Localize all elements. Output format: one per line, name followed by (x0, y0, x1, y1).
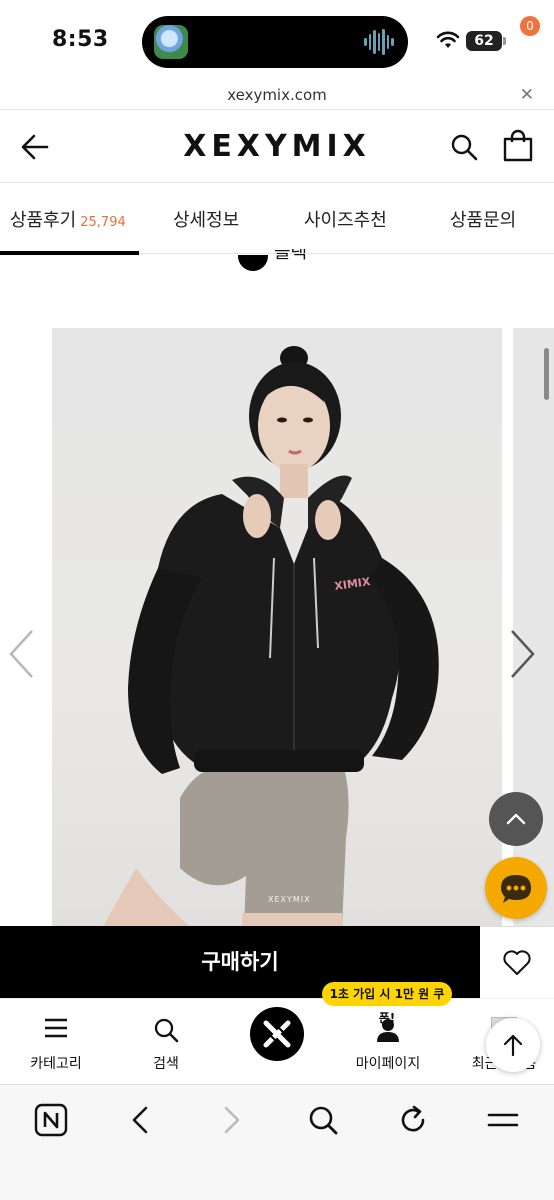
nav-mypage-label: 마이페이지 (355, 1056, 421, 1072)
close-icon[interactable]: ✕ (520, 85, 534, 105)
nav-category[interactable]: 카테고리 (16, 999, 96, 1085)
scroll-up-button[interactable] (489, 792, 543, 846)
chat-button[interactable] (485, 857, 547, 919)
audio-waveform-icon (364, 29, 395, 55)
dynamic-island[interactable] (142, 16, 408, 68)
menu-icon (45, 1018, 67, 1038)
product-photo-illustration: XIMIX XEXYMIX (103, 346, 439, 926)
cart-icon[interactable] (502, 129, 534, 163)
color-swatch[interactable] (238, 255, 270, 271)
scroll-indicator[interactable] (544, 348, 549, 400)
search-icon (154, 1018, 179, 1043)
back-to-top-button[interactable] (486, 1018, 540, 1072)
heart-icon (503, 949, 531, 975)
bottom-navigation: 카테고리 검색 마이페이지 최근본상품 (0, 998, 554, 1084)
nav-category-label: 카테고리 (30, 1056, 82, 1072)
site-header: XEXYMIX (0, 111, 554, 183)
nav-search-label: 검색 (153, 1056, 179, 1072)
product-image[interactable]: XIMIX XEXYMIX (52, 328, 502, 926)
wifi-icon (436, 31, 460, 48)
cart-count-badge: 0 (520, 16, 540, 36)
color-label: 블랙 (274, 249, 308, 263)
signup-coupon-badge[interactable]: 1초 가입 시 1만 원 쿠폰! (322, 982, 452, 1025)
nav-home-logo[interactable] (250, 1007, 304, 1061)
shorts-logo-print: XEXYMIX (268, 895, 311, 904)
browser-forward-icon (224, 1106, 240, 1134)
browser-url-bar[interactable]: xexymix.com ✕ (0, 80, 554, 110)
purchase-bar: 구매하기 (0, 926, 554, 998)
status-time: 8:53 (52, 27, 109, 52)
status-bar: 8:53 62 (0, 0, 554, 80)
browser-toolbar (0, 1084, 554, 1200)
product-tabs: 상품후기 25,794 상세정보 사이즈추천 상품문의 (0, 184, 554, 255)
search-icon[interactable] (450, 133, 478, 161)
browser-back-icon[interactable] (128, 1103, 152, 1137)
browser-search-icon[interactable] (308, 1103, 338, 1137)
chevron-left-icon[interactable] (6, 628, 36, 680)
arrow-up-icon (503, 1034, 523, 1057)
nav-search[interactable]: 검색 (126, 999, 206, 1085)
tab-details[interactable]: 상세정보 (173, 206, 239, 232)
review-count: 25,794 (80, 215, 126, 230)
tab-reviews[interactable]: 상품후기 25,794 (10, 206, 126, 232)
brand-logo-icon (263, 1020, 291, 1048)
chevron-up-icon (506, 813, 526, 825)
chat-bubble-icon (501, 875, 531, 903)
tab-inquiry[interactable]: 상품문의 (450, 206, 516, 232)
active-tab-indicator (0, 251, 139, 255)
battery-indicator: 62 (466, 31, 506, 51)
tab-size[interactable]: 사이즈추천 (304, 206, 387, 232)
chevron-right-icon[interactable] (508, 628, 538, 680)
now-playing-app-icon[interactable] (154, 25, 188, 59)
url-text[interactable]: xexymix.com (0, 86, 554, 104)
browser-menu-icon[interactable] (486, 1103, 520, 1137)
tab-reviews-label: 상품후기 (10, 210, 77, 231)
naver-home-icon[interactable] (34, 1103, 68, 1137)
wishlist-button[interactable] (480, 926, 554, 998)
refresh-icon[interactable] (398, 1103, 428, 1137)
